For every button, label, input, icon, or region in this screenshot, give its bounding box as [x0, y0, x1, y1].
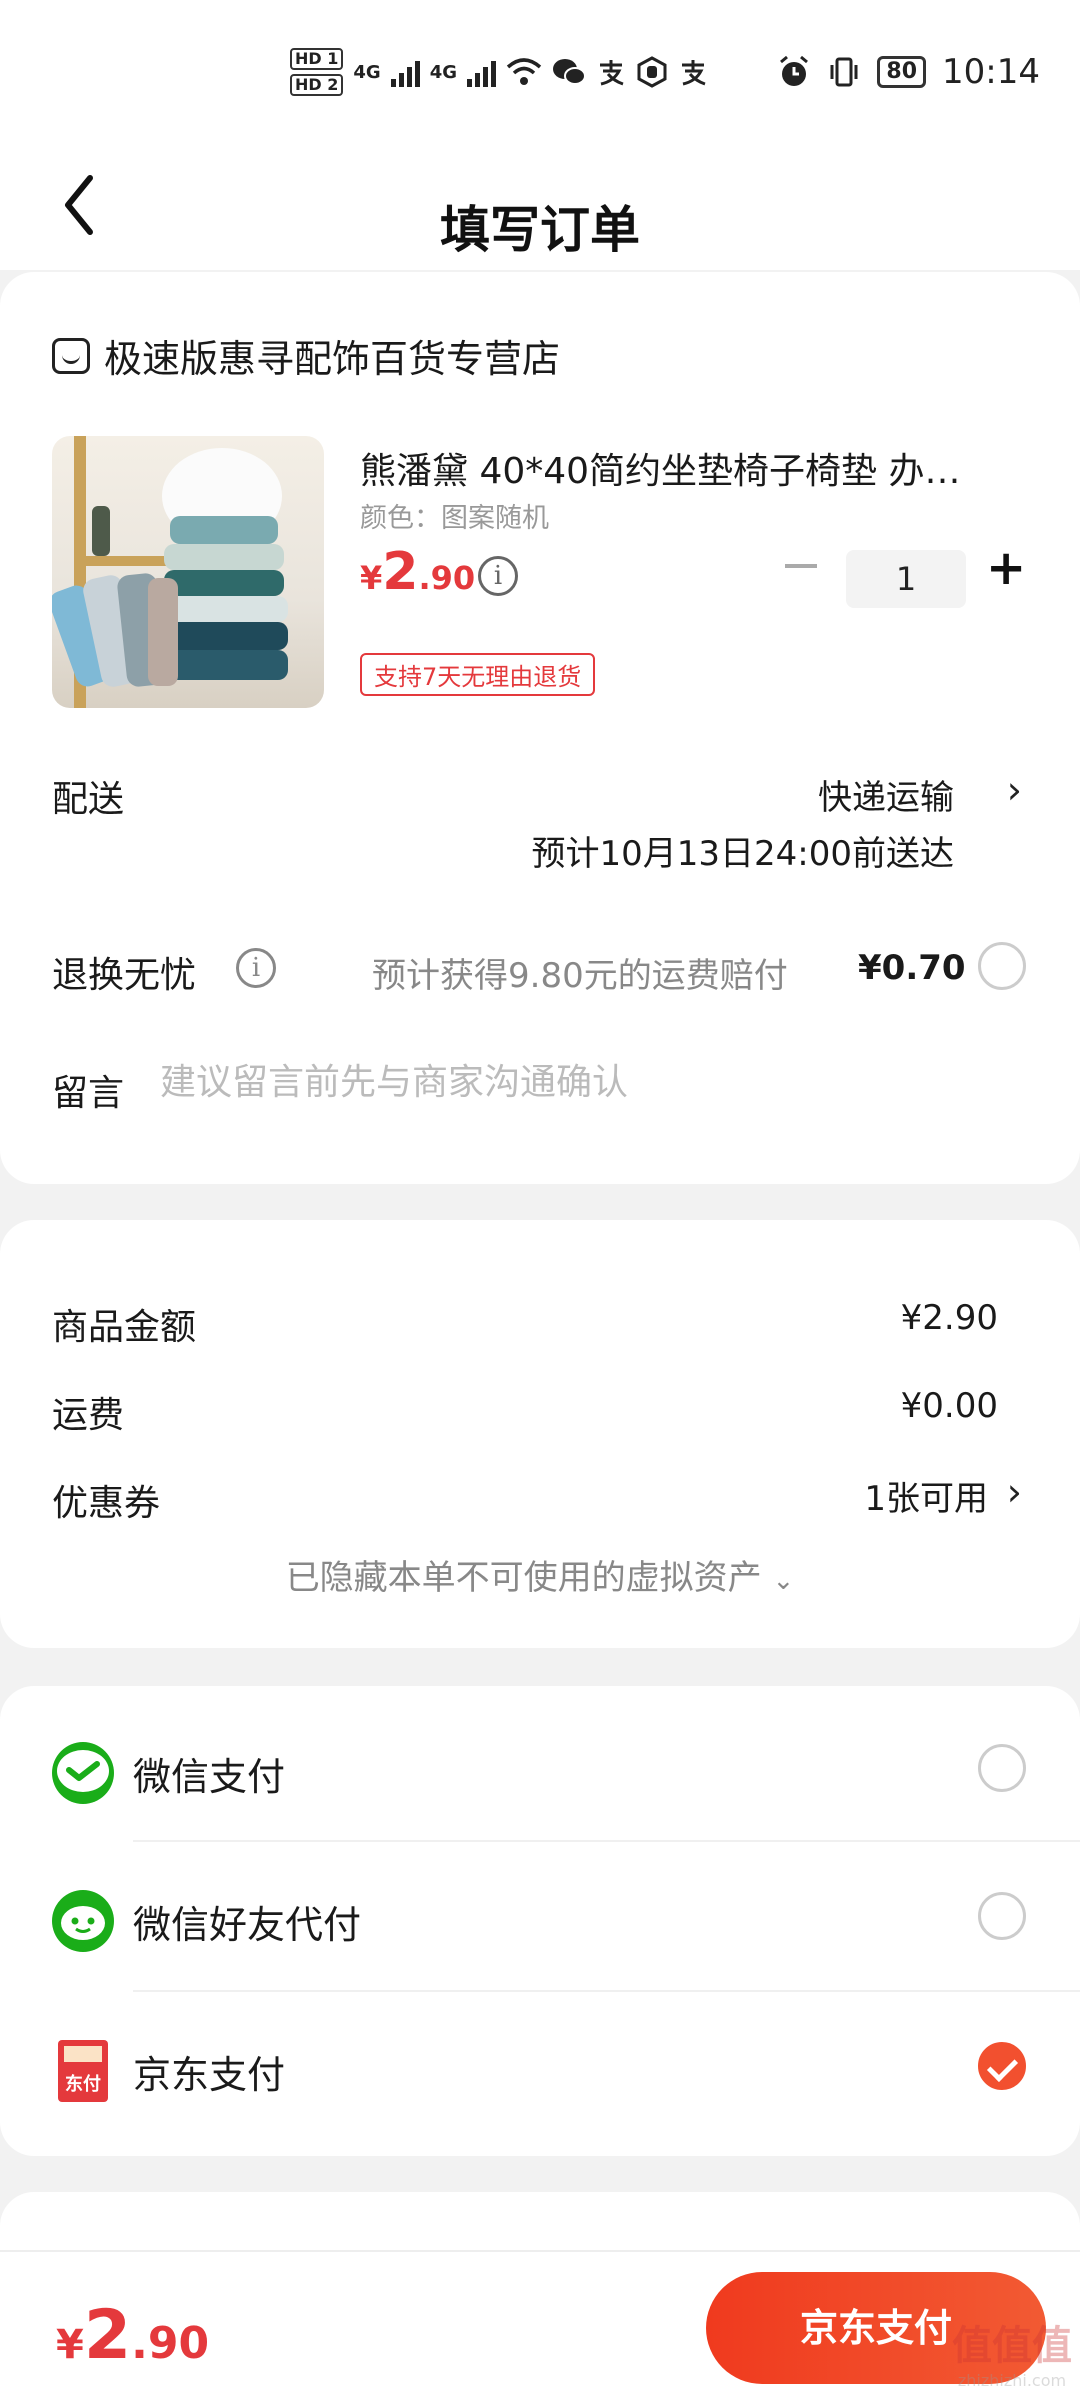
battery-indicator: 80 — [877, 56, 927, 88]
jd-pay-icon-text: 东付 — [65, 2074, 101, 2095]
exchange-label: 退换无忧 — [52, 955, 197, 996]
network-label-1: 4G — [353, 61, 381, 83]
quantity-decrease-button[interactable] — [785, 564, 817, 568]
alipay-icon — [600, 60, 624, 86]
alarm-icon — [780, 55, 809, 86]
signal-icon — [390, 57, 420, 87]
delivery-chevron-icon[interactable]: › — [1007, 768, 1022, 812]
exchange-description: 预计获得9.80元的运费赔付 — [372, 956, 788, 996]
wifi-icon — [506, 58, 542, 85]
hd1-label: HD 1 — [290, 48, 344, 70]
price-summary-card: 商品金额 ¥2.90 运费 ¥0.00 优惠券 1张可用 › 已隐藏本单不可使用… — [0, 1220, 1080, 1648]
payment-option-label: 微信好友代付 — [133, 1903, 362, 1947]
delivery-method[interactable]: 快递运输 — [818, 770, 954, 819]
payment-radio-wechat[interactable] — [978, 1744, 1026, 1792]
hd-indicator: HD 1 HD 2 — [290, 48, 344, 96]
delivery-eta: 预计10月13日24:00前送达 — [531, 834, 954, 874]
payment-methods-card: 微信支付 微信好友代付 东付 京东支付 — [0, 1686, 1080, 2156]
order-card: 极速版惠寻配饰百货专营店 熊潘黛 40*40简约坐垫椅子椅垫 办… 颜色：图案随… — [0, 272, 1080, 1184]
network-label-2: 4G — [429, 61, 457, 83]
page-title: 填写订单 — [440, 201, 640, 259]
exchange-fee: ¥0.70 — [858, 948, 966, 988]
watermark-sub: zhizhizhi.com — [957, 2371, 1067, 2390]
watermark: 值值值 zhizhizhi.com — [952, 2313, 1072, 2390]
payment-option-jd[interactable]: 东付 京东支付 — [0, 1990, 1080, 2140]
hidden-assets-toggle[interactable]: 已隐藏本单不可使用的虚拟资产 ⌄ — [0, 1550, 1080, 1599]
product-price: ¥2.90 — [360, 542, 475, 602]
message-input[interactable] — [160, 1062, 1020, 1103]
total-currency: ¥ — [56, 2322, 84, 2368]
goods-amount-value: ¥2.90 — [900, 1298, 998, 1338]
payment-option-wechat[interactable]: 微信支付 — [0, 1690, 1080, 1840]
jd-pay-icon: 东付 — [58, 2040, 108, 2102]
quantity-input[interactable]: 1 — [846, 550, 966, 608]
wechat-pay-icon — [52, 1742, 114, 1804]
status-bar: HD 1 HD 2 4G 4G 80 10:14 — [0, 0, 1080, 150]
coupon-label: 优惠券 — [52, 1483, 161, 1524]
status-right: 80 10:14 — [777, 52, 1040, 92]
coupon-chevron-icon[interactable]: › — [1007, 1470, 1022, 1514]
total-price: ¥2.90 — [56, 2296, 209, 2375]
freight-value: ¥0.00 — [900, 1386, 998, 1426]
goods-amount-label: 商品金额 — [52, 1307, 197, 1348]
shop-header[interactable]: 极速版惠寻配饰百货专营店 — [52, 328, 560, 383]
total-integer: 2 — [83, 2296, 132, 2375]
payment-option-label: 京东支付 — [133, 2053, 286, 2097]
quantity-increase-button[interactable]: + — [986, 538, 1026, 598]
shop-name: 极速版惠寻配饰百货专营店 — [104, 337, 561, 381]
status-left: HD 1 HD 2 4G 4G — [290, 48, 708, 96]
return-policy-tag: 支持7天无理由退货 — [360, 653, 596, 696]
coupon-value[interactable]: 1张可用 — [864, 1471, 988, 1520]
clock: 10:14 — [942, 52, 1040, 92]
price-integer: 2 — [382, 542, 419, 602]
product-image[interactable] — [52, 436, 324, 708]
wechat-friend-pay-icon — [52, 1890, 114, 1952]
hidden-assets-text: 已隐藏本单不可使用的虚拟资产 — [285, 1558, 762, 1598]
alipay-icon-2 — [682, 60, 706, 86]
payment-option-label: 微信支付 — [133, 1755, 286, 1799]
freight-label: 运费 — [52, 1395, 125, 1436]
price-info-icon[interactable]: i — [478, 556, 518, 596]
delivery-label: 配送 — [52, 779, 125, 820]
hd2-label: HD 2 — [290, 74, 344, 96]
product-photo — [52, 436, 288, 708]
watermark-main: 值值值 — [952, 2323, 1072, 2369]
payment-radio-wechat-friend[interactable] — [978, 1892, 1026, 1940]
wechat-icon — [553, 59, 586, 85]
nav-bar: 填写订单 — [0, 150, 1080, 270]
total-decimal: .90 — [131, 2318, 210, 2369]
product-attribute: 颜色：图案随机 — [360, 503, 549, 534]
exchange-info-icon[interactable]: i — [236, 948, 276, 988]
price-decimal: .90 — [418, 559, 476, 597]
payment-option-wechat-friend[interactable]: 微信好友代付 — [0, 1840, 1080, 1990]
hand-icon — [637, 56, 667, 88]
exchange-radio[interactable] — [978, 942, 1026, 990]
chevron-down-icon: ⌄ — [772, 1566, 795, 1596]
message-label: 留言 — [52, 1073, 125, 1114]
checkout-bar: ¥2.90 京东支付 值值值 zhizhizhi.com — [0, 2250, 1080, 2400]
product-title[interactable]: 熊潘黛 40*40简约坐垫椅子椅垫 办… — [360, 442, 1020, 494]
price-currency: ¥ — [360, 559, 383, 597]
signal-icon-2 — [467, 57, 496, 87]
shop-icon — [52, 337, 90, 374]
payment-radio-jd[interactable] — [978, 2042, 1026, 2090]
vibrate-icon — [830, 57, 858, 87]
